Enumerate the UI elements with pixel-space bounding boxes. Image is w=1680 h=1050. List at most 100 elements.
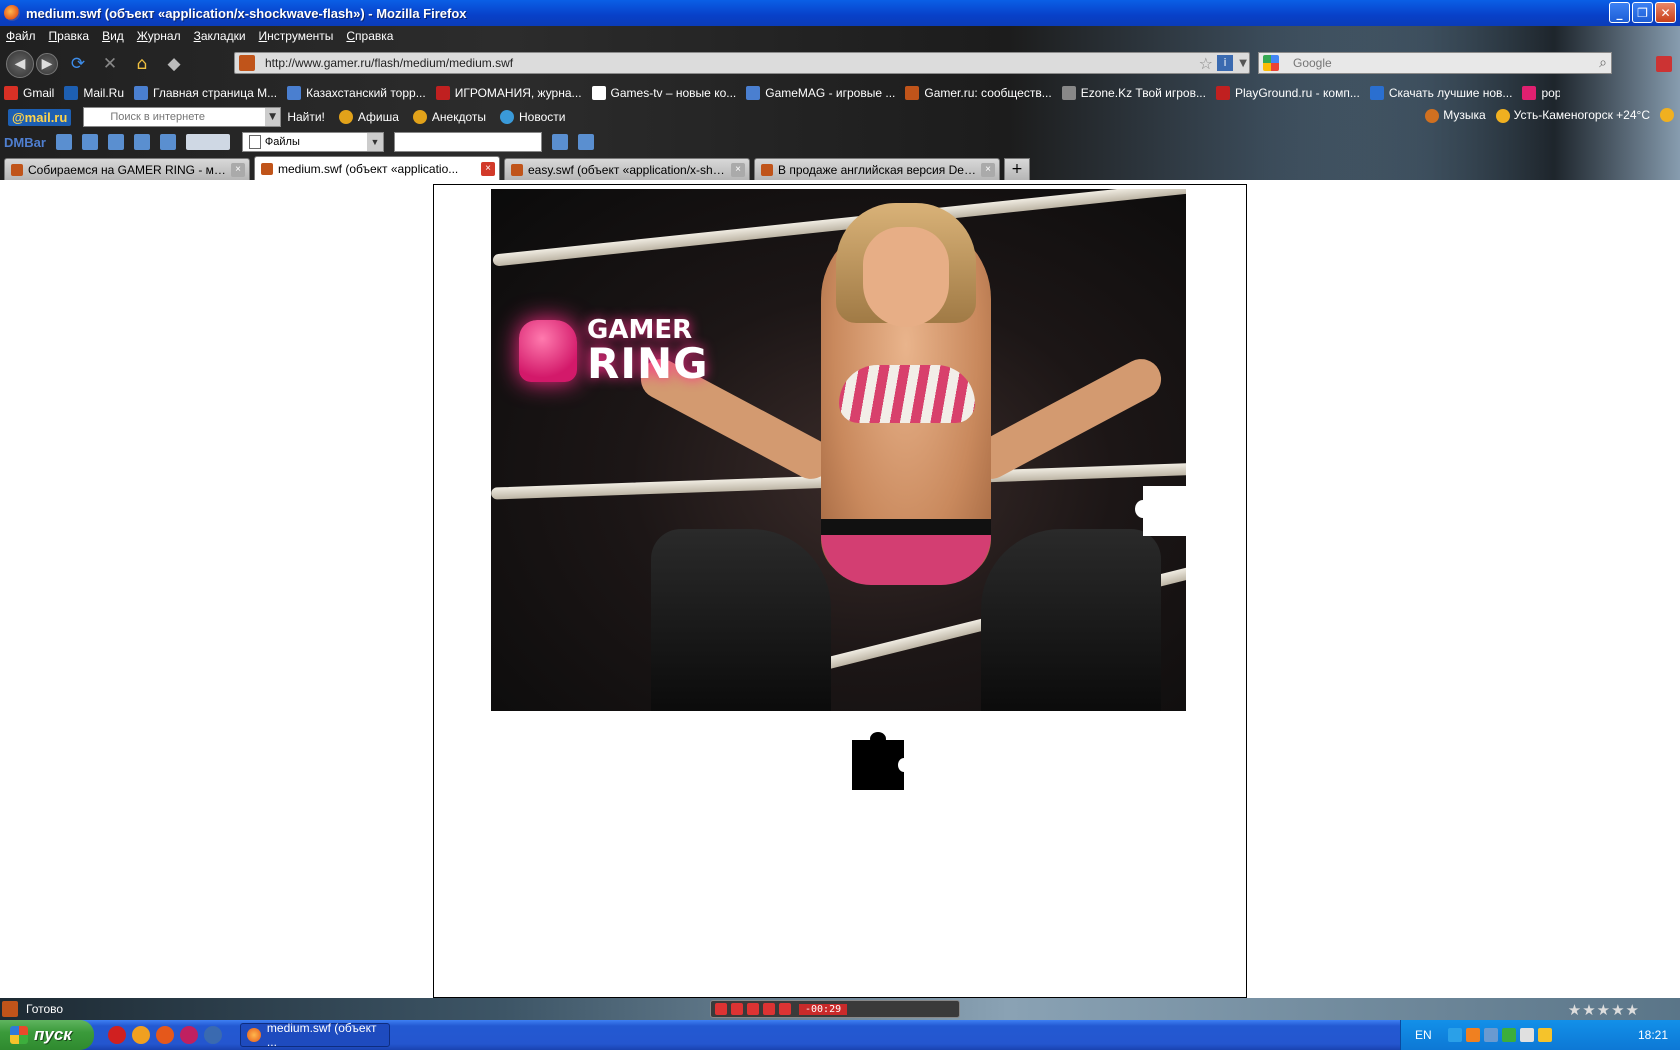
new-tab-button[interactable]: + xyxy=(1004,158,1030,180)
info-icon[interactable]: i xyxy=(1217,55,1233,71)
mailru-search-field[interactable]: ▼ xyxy=(83,107,282,127)
files-select-value: Файлы xyxy=(264,136,300,148)
browser-tab[interactable]: В продаже английская версия Dead ... × xyxy=(754,158,1000,180)
bookmark-item[interactable]: Games-tv – новые ко... xyxy=(591,86,736,100)
menu-bookmarks[interactable]: Закладки xyxy=(194,29,246,43)
puzzle-empty-slot xyxy=(1135,486,1186,536)
mailru-logo[interactable]: @mail.ru xyxy=(8,108,72,126)
gamer-ring-logo: GAMER RING xyxy=(519,317,709,385)
tray-flag-icon[interactable] xyxy=(1519,1028,1534,1042)
logo-ring: RING xyxy=(587,339,709,388)
quick-launch-firefox-icon[interactable] xyxy=(156,1026,174,1044)
music-link[interactable]: Музыка xyxy=(1425,108,1486,123)
puzzle-loose-piece[interactable] xyxy=(852,732,910,790)
menu-history[interactable]: Журнал xyxy=(137,29,181,43)
back-button[interactable]: ◀ xyxy=(6,50,34,78)
search-input[interactable] xyxy=(1293,56,1573,70)
dmbar-tree-icon[interactable] xyxy=(159,134,176,150)
home-button[interactable]: ⌂ xyxy=(130,52,154,76)
files-dropdown-icon[interactable]: ▼ xyxy=(366,133,383,151)
rating-stars[interactable]: ★★★★★ xyxy=(1568,1001,1640,1019)
quick-launch-app-icon[interactable] xyxy=(132,1026,150,1044)
url-dropdown-icon[interactable]: ▼ xyxy=(1239,58,1247,69)
mailru-search-input[interactable] xyxy=(110,111,265,123)
dmbar-search-icon[interactable] xyxy=(551,134,568,150)
url-bar[interactable]: http://www.gamer.ru/flash/medium/medium.… xyxy=(234,52,1250,74)
dmbar-home-icon[interactable] xyxy=(133,134,150,150)
bookmark-item[interactable]: Главная страница M... xyxy=(134,86,277,100)
bookmark-label: Gmail xyxy=(23,86,55,100)
tray-network-icon[interactable] xyxy=(1447,1028,1462,1042)
browser-tab[interactable]: Собираемся на GAMER RING - минико... × xyxy=(4,158,250,180)
mailru-link-afisha[interactable]: Афиша xyxy=(338,110,399,124)
taskbar-firefox-window[interactable]: medium.swf (объект ... xyxy=(240,1021,390,1049)
quick-launch-opera-icon[interactable] xyxy=(108,1026,126,1044)
dmbar-tool-icon[interactable] xyxy=(55,134,72,150)
stop-button[interactable]: ✕ xyxy=(98,52,122,76)
tray-monitor-icon[interactable] xyxy=(1483,1028,1498,1042)
dmbar-image-icon[interactable] xyxy=(185,134,230,150)
menu-edit[interactable]: Правка xyxy=(49,29,90,43)
next-icon[interactable] xyxy=(779,1003,791,1015)
figure-leg-right xyxy=(981,529,1161,711)
stop-icon[interactable] xyxy=(747,1003,759,1015)
mailru-search-dropdown-icon[interactable]: ▼ xyxy=(264,108,281,126)
weather-widget[interactable]: Усть-Каменогорск +24°C xyxy=(1495,108,1650,123)
bookmark-item[interactable]: Mail.Ru xyxy=(64,86,124,100)
tab-close-icon[interactable]: × xyxy=(481,161,495,176)
browser-tab[interactable]: medium.swf (объект «applicatio... × xyxy=(254,156,500,180)
bookmark-star-icon[interactable]: ☆ xyxy=(1199,54,1213,73)
forward-button[interactable]: ▶ xyxy=(36,53,58,75)
bookmark-item[interactable]: GameMAG - игровые ... xyxy=(746,86,895,100)
maximize-button[interactable]: ❐ xyxy=(1632,2,1653,23)
tray-player-icon[interactable] xyxy=(1465,1028,1480,1042)
menu-view[interactable]: Вид xyxy=(102,29,124,43)
mailru-link-news[interactable]: Новости xyxy=(500,110,565,124)
dmbar-logo[interactable]: DMBar xyxy=(4,135,46,150)
play-icon[interactable] xyxy=(715,1003,727,1015)
files-select[interactable]: Файлы ▼ xyxy=(241,132,384,152)
url-text[interactable]: http://www.gamer.ru/flash/medium/medium.… xyxy=(265,56,513,70)
bookmark-item[interactable]: PlayGround.ru - комп... xyxy=(1215,86,1360,100)
addon-icon[interactable] xyxy=(1656,56,1672,72)
addon-button[interactable]: ◆ xyxy=(162,52,186,76)
mailru-link-jokes[interactable]: Анекдоты xyxy=(412,110,486,124)
settings-gear-icon[interactable] xyxy=(1660,108,1674,123)
language-indicator[interactable]: EN xyxy=(1415,1028,1432,1042)
quick-launch-game-icon[interactable] xyxy=(180,1026,198,1044)
flash-puzzle-object[interactable]: GAMER RING xyxy=(433,184,1247,998)
bookmark-item[interactable]: Казахстанский торр... xyxy=(287,86,426,100)
tray-power-icon[interactable] xyxy=(1537,1028,1552,1042)
minimize-button[interactable]: _ xyxy=(1609,2,1630,23)
prev-icon[interactable] xyxy=(763,1003,775,1015)
bookmark-item[interactable]: Gmail xyxy=(4,86,54,100)
find-button[interactable]: Найти! xyxy=(287,110,325,124)
menu-tools[interactable]: Инструменты xyxy=(259,29,334,43)
bookmark-favicon-icon xyxy=(1522,86,1537,100)
menu-help[interactable]: Справка xyxy=(346,29,393,43)
pause-icon[interactable] xyxy=(731,1003,743,1015)
search-bar[interactable]: ⌕ xyxy=(1258,52,1612,74)
start-button[interactable]: пуск xyxy=(0,1020,94,1050)
menu-file[interactable]: Файл xyxy=(6,29,36,43)
bookmark-item[interactable]: Скачать лучшие нов... xyxy=(1369,86,1512,100)
reload-button[interactable]: ⟳ xyxy=(66,52,90,76)
tab-close-icon[interactable]: × xyxy=(981,162,995,177)
puzzle-image[interactable]: GAMER RING xyxy=(491,189,1186,711)
tray-app-icon[interactable] xyxy=(1501,1028,1516,1042)
dmbar-download-icon[interactable] xyxy=(577,134,594,150)
dmbar-search-input[interactable] xyxy=(393,132,542,152)
browser-tab[interactable]: easy.swf (объект «application/x-shock...… xyxy=(504,158,750,180)
bookmark-item[interactable]: Gamer.ru: сообществ... xyxy=(905,86,1052,100)
bookmark-item[interactable]: Ezone.Kz Твой игров... xyxy=(1061,86,1206,100)
bookmark-item[interactable]: popcornnews - popcor... xyxy=(1522,86,1560,100)
dmbar-add-icon[interactable] xyxy=(81,134,98,150)
search-icon[interactable]: ⌕ xyxy=(1599,55,1607,71)
close-button[interactable]: ✕ xyxy=(1655,2,1676,23)
quick-launch-tool-icon[interactable] xyxy=(204,1026,222,1044)
tab-close-icon[interactable]: × xyxy=(231,162,245,177)
bookmark-item[interactable]: ИГРОМАНИЯ, журна... xyxy=(435,86,582,100)
google-icon[interactable] xyxy=(1263,55,1279,71)
dmbar-network-icon[interactable] xyxy=(107,134,124,150)
tab-close-icon[interactable]: × xyxy=(731,162,745,177)
